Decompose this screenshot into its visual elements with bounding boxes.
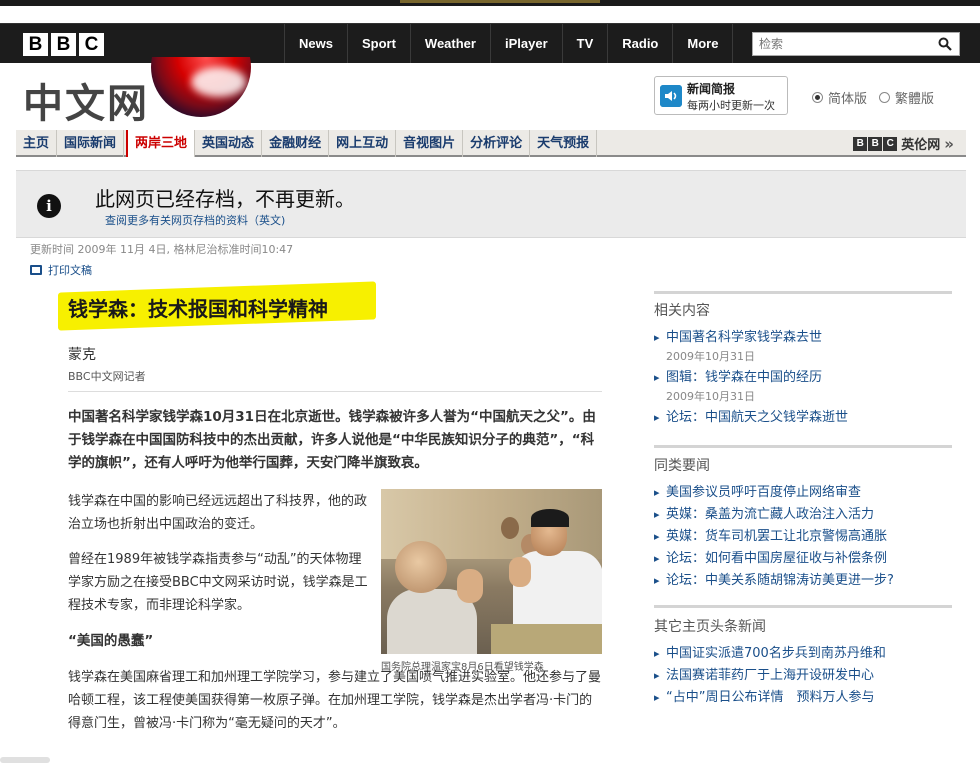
similar-item[interactable]: 论坛：如何看中国房屋征收与补偿条例 (654, 548, 952, 570)
mini-logo-letter: B (853, 136, 868, 151)
nav-radio[interactable]: Radio (607, 24, 672, 64)
print-link[interactable]: 打印文稿 (30, 262, 92, 278)
version-traditional[interactable]: 繁體版 (879, 88, 934, 107)
similar-item[interactable]: 美国参议员呼吁百度停止网络审查 (654, 482, 952, 504)
speaker-icon (660, 85, 682, 107)
bbc-logo-letter: B (51, 33, 76, 56)
horizontal-scrollbar[interactable] (0, 757, 50, 763)
section-multimedia[interactable]: 音视图片 (396, 130, 464, 157)
article-paragraph: 钱学森在美国麻省理工和加州理工学院学习，参与建立了美国喷气推进实验室。他还参与了… (68, 670, 602, 731)
section-uk[interactable]: 英国动态 (195, 130, 263, 157)
english-site-link[interactable]: B B C 英伦网 » (853, 130, 954, 157)
radio-icon[interactable] (879, 92, 891, 103)
headline-highlight: 钱学森：技术报国和科学精神 (58, 281, 376, 331)
similar-item[interactable]: 论坛：中美关系随胡锦涛访美更进一步? (654, 570, 952, 592)
nav-weather[interactable]: Weather (409, 24, 490, 64)
mini-logo-letter: B (868, 136, 883, 151)
printer-icon (30, 265, 42, 275)
section-home[interactable]: 主页 (16, 130, 58, 157)
article-lead: 中国著名科学家钱学森10月31日在北京逝世。钱学森被许多人誉为“中国航天之父”。… (68, 409, 596, 471)
bbc-logo-letter: B (23, 33, 48, 56)
search-box (752, 32, 960, 56)
nav-tv[interactable]: TV (561, 24, 608, 64)
top-strip-highlight (400, 0, 600, 3)
version-simplified-label: 简体版 (828, 92, 868, 107)
byline-divider (68, 391, 602, 392)
similar-title: 同类要闻 (654, 458, 710, 474)
version-simplified[interactable]: 简体版 (812, 88, 867, 107)
english-site-label: 英伦网 (901, 138, 941, 153)
section-china[interactable]: 两岸三地 (126, 130, 196, 157)
related-item-link[interactable]: 论坛：中国航天之父钱学森逝世 (666, 410, 848, 425)
global-nav: News Sport Weather iPlayer TV Radio More (284, 24, 734, 64)
archive-more-link[interactable]: 查阅更多有关网页存档的资料（英文) (105, 212, 285, 228)
bbc-logo[interactable]: B B C (23, 33, 104, 56)
other-item[interactable]: 中国证实派遣700名步兵到南苏丹维和 (654, 643, 952, 665)
double-chevron-icon: » (944, 134, 954, 153)
related-title: 相关内容 (654, 303, 710, 319)
related-item[interactable]: 论坛：中国航天之父钱学森逝世 (654, 407, 952, 429)
author-name: 蒙克 (68, 347, 96, 363)
sidebar-divider (654, 291, 952, 294)
search-input[interactable] (753, 33, 928, 55)
mini-logo-letter: C (883, 136, 898, 151)
sidebar-other: 其它主页头条新闻 中国证实派遣700名步兵到南苏丹维和 法国赛诺菲药厂于上海开设… (654, 616, 952, 709)
archive-notice: i 此网页已经存档，不再更新。 查阅更多有关网页存档的资料（英文) (16, 170, 966, 238)
related-item-date: 2009年10月31日 (666, 350, 755, 363)
article-subheading: “美国的愚蠢” (68, 633, 154, 649)
updated-time: 更新时间 2009年 11月 4日, 格林尼治标准时间10:47 (30, 243, 294, 256)
globe-logo (151, 57, 251, 121)
masthead: 中文网 新闻简报 每两小时更新一次 简体版 繁體版 (16, 57, 966, 129)
print-label: 打印文稿 (48, 264, 92, 277)
similar-item[interactable]: 英媒：货车司机罢工让北京警惕高通胀 (654, 526, 952, 548)
other-item[interactable]: 法国赛诺菲药厂于上海开设研发中心 (654, 665, 952, 687)
radio-selected-icon[interactable] (812, 92, 823, 103)
site-title[interactable]: 中文网 (23, 71, 149, 129)
related-item-date: 2009年10月31日 (666, 390, 755, 403)
bbc-global-bar: B B C News Sport Weather iPlayer TV Radi… (0, 23, 980, 64)
section-business[interactable]: 金融财经 (262, 130, 330, 157)
related-item[interactable]: 中国著名科学家钱学森去世 2009年10月31日 (654, 327, 952, 364)
nav-iplayer[interactable]: iPlayer (489, 24, 562, 64)
section-analysis[interactable]: 分析评论 (463, 130, 531, 157)
briefing-title: 新闻简报 (687, 82, 736, 96)
other-title: 其它主页头条新闻 (654, 619, 766, 635)
related-item-link[interactable]: 图辑：钱学森在中国的经历 (666, 370, 822, 385)
nav-more[interactable]: More (672, 24, 734, 64)
briefing-subtitle: 每两小时更新一次 (687, 99, 775, 112)
version-traditional-label: 繁體版 (895, 92, 935, 107)
section-interactive[interactable]: 网上互动 (329, 130, 397, 157)
similar-item[interactable]: 英媒：桑盖为流亡藏人政治注入活力 (654, 504, 952, 526)
related-item[interactable]: 图辑：钱学森在中国的经历 2009年10月31日 (654, 367, 952, 404)
bbc-logo-letter: C (79, 33, 104, 56)
article-headline: 钱学森：技术报国和科学精神 (68, 297, 328, 321)
sidebar-related: 相关内容 中国著名科学家钱学森去世 2009年10月31日 图辑：钱学森在中国的经… (654, 300, 952, 429)
top-strip (0, 0, 980, 6)
sidebar-divider (654, 605, 952, 608)
info-icon: i (37, 194, 61, 218)
related-item-link[interactable]: 中国著名科学家钱学森去世 (666, 330, 822, 345)
version-switch: 简体版 繁體版 (812, 88, 934, 107)
article-photo[interactable] (381, 489, 602, 654)
sidebar-similar: 同类要闻 美国参议员呼吁百度停止网络审查 英媒：桑盖为流亡藏人政治注入活力 英媒… (654, 455, 952, 592)
search-icon[interactable] (938, 37, 952, 51)
section-nav: 主页 国际新闻 两岸三地 英国动态 金融财经 网上互动 音视图片 分析评论 天气… (16, 130, 966, 157)
section-weather[interactable]: 天气预报 (530, 130, 598, 157)
article-paragraph: 曾经在1989年被钱学森指责参与“动乱”的天体物理学家方励之在接受BBC中文网采… (68, 552, 368, 613)
author-role: BBC中文网记者 (68, 370, 146, 383)
sidebar-divider (654, 445, 952, 448)
section-world[interactable]: 国际新闻 (57, 130, 125, 157)
photo-caption: 国务院总理温家宝8月6日看望钱学森 (381, 662, 544, 673)
bbc-mini-logo: B B C (853, 136, 898, 151)
nav-sport[interactable]: Sport (346, 24, 410, 64)
archive-heading: 此网页已经存档，不再更新。 (95, 187, 355, 211)
other-item[interactable]: “占中”周日公布详情 预料万人参与 (654, 687, 952, 709)
nav-news[interactable]: News (284, 24, 347, 64)
article-paragraph: 钱学森在中国的影响已经远远超出了科技界，他的政治立场也折射出中国政治的变迁。 (68, 494, 368, 532)
news-briefing-button[interactable]: 新闻简报 每两小时更新一次 (654, 76, 788, 115)
